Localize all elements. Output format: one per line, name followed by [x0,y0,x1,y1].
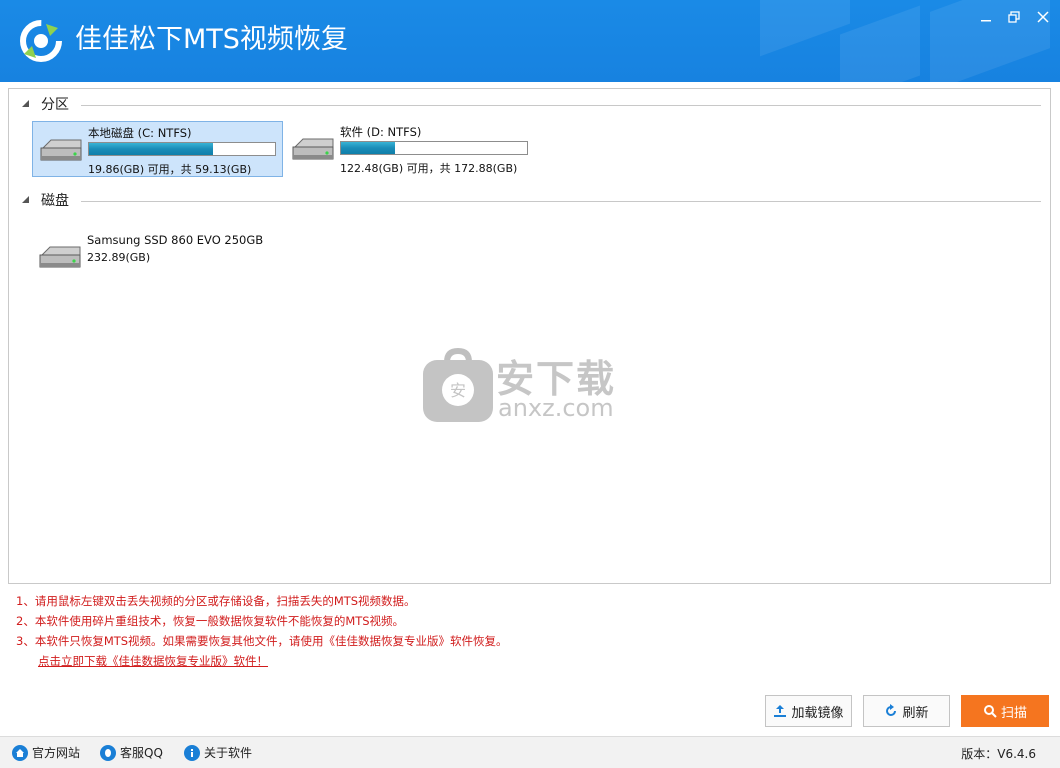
close-icon [1037,11,1049,23]
usage-fill [89,143,213,155]
usage-fill [341,142,396,154]
upload-icon [774,705,787,717]
refresh-button[interactable]: 刷新 [863,695,950,727]
home-icon [12,744,28,761]
section-divider [81,200,1041,202]
official-website-link[interactable]: 官方网站 [12,744,80,761]
version-label: 版本：V6.4.6 [961,747,1036,761]
partition-size: 19.86(GB) 可用，共 59.13(GB) [88,163,252,176]
watermark-domain: anxz.com [498,394,614,422]
watermark: 安 安下载 anxz.com [420,340,640,430]
instructions: 1、请用鼠标左键双击丢失视频的分区或存储设备，扫描丢失的MTS视频数据。 2、本… [16,592,716,670]
partition-section-label: 分区 [41,97,69,113]
collapse-triangle-icon [22,196,29,203]
info-icon [184,744,200,761]
partition-name: 软件 (D: NTFS) [340,125,422,139]
qq-icon [100,744,116,761]
footer-bar: 官方网站 客服QQ 关于软件 版本：V6.4.6 [0,736,1060,768]
title-decoration [840,5,920,82]
partition-usage-bar [340,141,528,155]
disk-section-header[interactable]: 磁盘 [21,189,1041,211]
note-line: 2、本软件使用碎片重组技术，恢复一般数据恢复软件不能恢复的MTS视频。 [16,614,405,628]
partition-item-d[interactable]: 软件 (D: NTFS) 122.48(GB) 可用，共 172.88(GB) [285,121,536,177]
close-button[interactable] [1030,6,1056,28]
section-divider [81,104,1041,106]
disk-name: Samsung SSD 860 EVO 250GB [87,233,264,247]
about-software-label: 关于软件 [204,746,253,760]
about-software-link[interactable]: 关于软件 [184,744,252,761]
hard-disk-icon [40,139,82,161]
official-website-label: 官方网站 [32,746,81,760]
search-icon [983,705,997,718]
svg-text:安: 安 [450,381,466,400]
device-list-panel: 分区 本地磁盘 (C: NTFS) 19.86(GB) 可用，共 59.13(G… [8,88,1051,584]
disk-section-label: 磁盘 [41,193,69,209]
minimize-button[interactable] [973,6,999,28]
partition-name: 本地磁盘 (C: NTFS) [88,126,192,140]
restore-icon [1008,11,1020,23]
customer-qq-label: 客服QQ [120,746,163,760]
disk-size: 232.89(GB) [87,251,151,264]
maximize-button[interactable] [1001,6,1027,28]
refresh-icon [886,704,897,716]
customer-qq-link[interactable]: 客服QQ [100,744,163,761]
collapse-triangle-icon [22,100,29,107]
scan-label: 扫描 [1000,705,1027,721]
note-line: 1、请用鼠标左键双击丢失视频的分区或存储设备，扫描丢失的MTS视频数据。 [16,594,416,608]
app-title: 佳佳松下MTS视频恢复 [75,24,348,55]
partition-usage-bar [88,142,276,156]
partition-item-c[interactable]: 本地磁盘 (C: NTFS) 19.86(GB) 可用，共 59.13(GB) [32,121,283,177]
scan-button[interactable]: 扫描 [961,695,1049,727]
download-pro-link[interactable]: 点击立即下载《佳佳数据恢复专业版》软件！ [38,652,268,670]
disk-item-samsung[interactable]: Samsung SSD 860 EVO 250GB 232.89(GB) [32,229,283,285]
title-decoration [760,0,850,57]
minimize-icon [981,20,991,22]
load-image-label: 加载镜像 [791,705,844,721]
hard-disk-icon [292,138,334,160]
partition-section-header[interactable]: 分区 [21,93,1041,115]
hard-disk-icon [39,246,81,268]
load-image-button[interactable]: 加载镜像 [765,695,852,727]
refresh-label: 刷新 [902,705,929,721]
app-logo-icon [20,20,62,62]
title-bar: 佳佳松下MTS视频恢复 [0,0,1060,82]
note-line: 3、本软件只恢复MTS视频。如果需要恢复其他文件，请使用《佳佳数据恢复专业版》软… [16,634,508,648]
partition-size: 122.48(GB) 可用，共 172.88(GB) [340,162,518,175]
